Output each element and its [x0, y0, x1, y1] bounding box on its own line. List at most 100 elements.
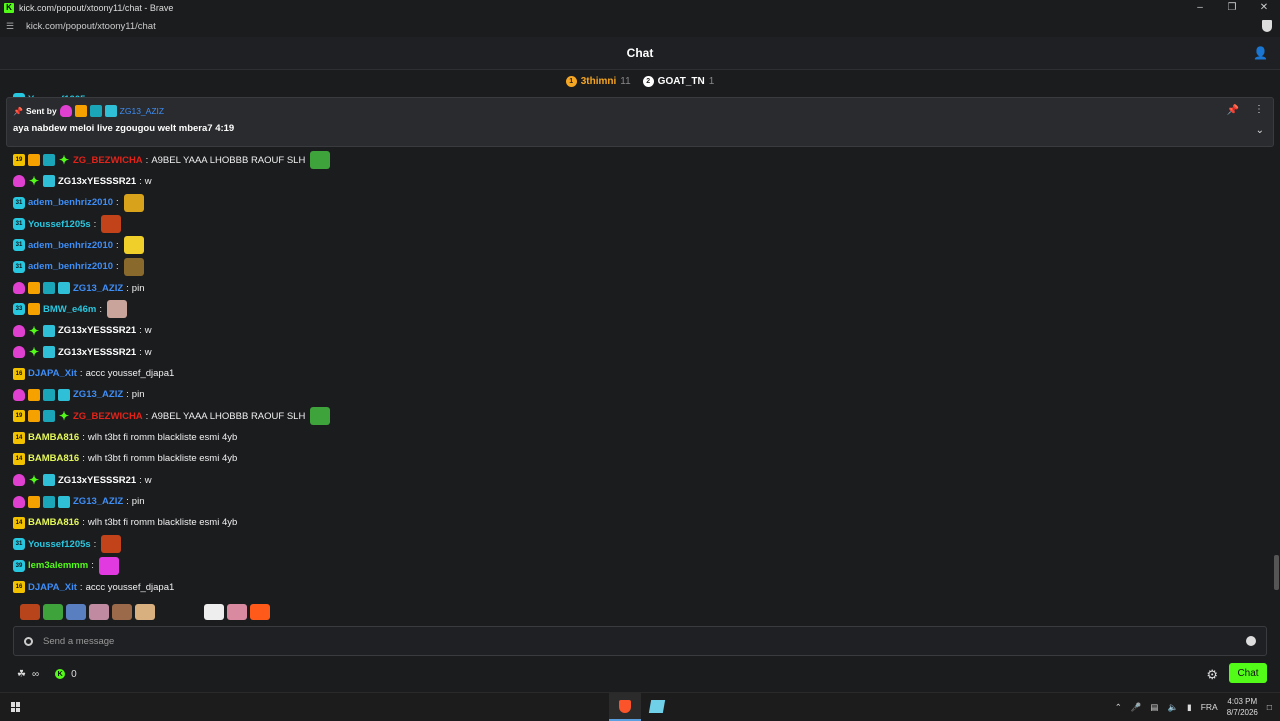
chat-message[interactable]: ZG13_AZIZ: pin — [13, 385, 144, 405]
username[interactable]: adem_benhriz2010 — [28, 240, 113, 251]
channel-points-icon[interactable]: ☘ — [17, 669, 26, 680]
car-emote[interactable] — [106, 300, 127, 319]
bird-emote[interactable] — [66, 604, 86, 620]
chat-message[interactable]: 31 adem_benhriz2010: — [13, 235, 144, 255]
face-emote[interactable] — [135, 604, 155, 620]
url-text[interactable]: kick.com/popout/xtoony11/chat — [26, 21, 156, 32]
emoji-picker-icon[interactable] — [1246, 636, 1256, 646]
network-icon[interactable]: ▤ — [1150, 702, 1158, 713]
pinned-sender[interactable]: ZG13_AZIZ — [120, 106, 164, 116]
gifter-name[interactable]: 3thimni — [581, 76, 617, 87]
users-icon[interactable]: 👤 — [1253, 46, 1268, 60]
username[interactable]: ZG13xYESSSR21 — [58, 475, 136, 486]
chevron-down-icon[interactable]: ⌄ — [1256, 125, 1264, 136]
dog-emote[interactable] — [112, 604, 132, 620]
chat-message[interactable]: ✦ ZG13xYESSSR21: w — [13, 470, 152, 490]
chevron-up-icon[interactable]: ⌃ — [1115, 702, 1122, 713]
fire-emote[interactable] — [250, 604, 270, 620]
username[interactable]: DJAPA_Xit — [28, 582, 77, 593]
chat-message[interactable]: 31 adem_benhriz2010: — [13, 257, 144, 277]
username[interactable]: ZG_BEZWICHA — [73, 155, 143, 166]
brave-shield-icon[interactable] — [1262, 20, 1272, 32]
unpin-icon[interactable]: 📌 — [1227, 105, 1239, 116]
message-text: accc youssef_djapa1 — [85, 581, 175, 593]
chat-message[interactable]: ✦ ZG13xYESSSR21: w — [13, 342, 152, 362]
infinity-icon[interactable]: ∞ — [32, 669, 39, 680]
chat-messages[interactable]: Youssef1205s: 19✦ZG_BEZWICHA:A9BEL YAAA … — [0, 86, 1272, 600]
chat-message[interactable]: 19 ✦ ZG_BEZWICHA: A9BEL YAAA LHOBBB RAOUF S… — [13, 406, 331, 426]
username[interactable]: Youssef1205s — [28, 219, 91, 230]
pepe-flag-emote[interactable] — [310, 407, 331, 426]
notifications-icon[interactable]: □ — [1267, 702, 1272, 712]
chat-message[interactable]: 31 adem_benhriz2010: — [13, 193, 144, 213]
butterfly-emote[interactable] — [98, 556, 119, 575]
chat-message[interactable]: 39 lem3alemmm: — [13, 556, 119, 576]
pepe-emote[interactable] — [43, 604, 63, 620]
taskbar-app-icon[interactable] — [648, 700, 666, 713]
gifter[interactable]: 1 3thimni 11 — [565, 75, 631, 87]
chat-message[interactable]: ✦ ZG13xYESSSR21: w — [13, 321, 152, 341]
username[interactable]: DJAPA_Xit — [28, 368, 77, 379]
chat-message[interactable]: 14 BAMBA816: wlh t3bt fi romm blackliste e… — [13, 449, 237, 469]
rage-emote[interactable] — [101, 535, 122, 554]
username[interactable]: ZG13_AZIZ — [73, 283, 123, 294]
duck-emote[interactable] — [204, 604, 224, 620]
username[interactable]: BAMBA816 — [28, 517, 79, 528]
username[interactable]: BMW_e46m — [43, 304, 96, 315]
who-asked-emote[interactable] — [123, 257, 144, 276]
start-button[interactable] — [11, 702, 21, 712]
username[interactable]: Youssef1205s — [28, 539, 91, 550]
username[interactable]: ZG_BEZWICHA — [73, 411, 143, 422]
chat-message[interactable]: 31 Youssef1205s: — [13, 214, 122, 234]
taskbar-brave[interactable] — [609, 693, 641, 721]
colon: : — [139, 474, 142, 486]
chat-message[interactable]: ✦ ZG13xYESSSR21: w — [13, 171, 152, 191]
chat-message[interactable]: 16 DJAPA_Xit: accc youssef_djapa1 — [13, 364, 174, 384]
minimize-button[interactable]: – — [1184, 0, 1216, 15]
chat-message[interactable]: ZG13_AZIZ: pin — [13, 278, 144, 298]
username[interactable]: BAMBA816 — [28, 432, 79, 443]
close-button[interactable]: ✕ — [1248, 0, 1280, 15]
message-input-box[interactable] — [13, 626, 1267, 656]
restore-button[interactable]: ❐ — [1216, 0, 1248, 15]
site-settings-icon[interactable]: ☰ — [6, 21, 16, 32]
more-options-icon[interactable]: ⋮ — [1254, 104, 1264, 115]
rage-emote[interactable] — [20, 604, 40, 620]
chat-message[interactable]: ZG13_AZIZ: pin — [13, 492, 144, 512]
username[interactable]: adem_benhriz2010 — [28, 261, 113, 272]
clock[interactable]: 4:03 PM 8/7/2026 — [1227, 696, 1258, 718]
cat-emote[interactable] — [89, 604, 109, 620]
laugh-emote[interactable] — [123, 236, 144, 255]
address-bar[interactable]: ☰ kick.com/popout/xtoony11/chat — [0, 15, 1280, 37]
username[interactable]: lem3alemmm — [28, 560, 88, 571]
mic-icon[interactable]: 🎤 — [1131, 702, 1142, 713]
battery-icon[interactable]: ▮ — [1187, 702, 1192, 713]
chat-message[interactable]: 33 BMW_e46m: — [13, 299, 127, 319]
gifter[interactable]: 2 GOAT_TN 1 — [642, 75, 714, 87]
settings-gear-icon[interactable]: ⚙ — [1206, 667, 1218, 683]
send-chat-button[interactable]: Chat — [1229, 663, 1267, 683]
username[interactable]: ZG13xYESSSR21 — [58, 176, 136, 187]
username[interactable]: ZG13xYESSSR21 — [58, 325, 136, 336]
pepe-flag-emote[interactable] — [310, 151, 331, 169]
language-indicator[interactable]: FRA — [1201, 702, 1218, 712]
chat-message[interactable]: 14 BAMBA816: wlh t3bt fi romm blackliste e… — [13, 428, 237, 448]
chat-message[interactable]: 14 BAMBA816: wlh t3bt fi romm blackliste e… — [13, 513, 237, 533]
username[interactable]: ZG13xYESSSR21 — [58, 347, 136, 358]
pig-emote[interactable] — [227, 604, 247, 620]
rage-emote[interactable] — [101, 215, 122, 234]
chat-message[interactable]: 31 Youssef1205s: — [13, 534, 122, 554]
scrollbar-thumb[interactable] — [1274, 555, 1279, 590]
skull-emote[interactable] — [123, 193, 144, 212]
pinned-message[interactable]: 📌 Sent by ZG13_AZIZ aya nabdew meloi liv… — [6, 97, 1274, 147]
chat-message[interactable]: 19 ✦ ZG_BEZWICHA: A9BEL YAAA LHOBBB RAOUF S… — [13, 150, 331, 170]
username[interactable]: ZG13_AZIZ — [73, 496, 123, 507]
username[interactable]: BAMBA816 — [28, 453, 79, 464]
gifter-name[interactable]: GOAT_TN — [658, 76, 705, 87]
username[interactable]: adem_benhriz2010 — [28, 197, 113, 208]
volume-icon[interactable]: 🔈 — [1167, 702, 1178, 713]
chat-mode-icon[interactable] — [24, 636, 33, 646]
username[interactable]: ZG13_AZIZ — [73, 389, 123, 400]
message-input[interactable] — [43, 635, 1203, 647]
chat-message[interactable]: 16 DJAPA_Xit: accc youssef_djapa1 — [13, 577, 174, 597]
